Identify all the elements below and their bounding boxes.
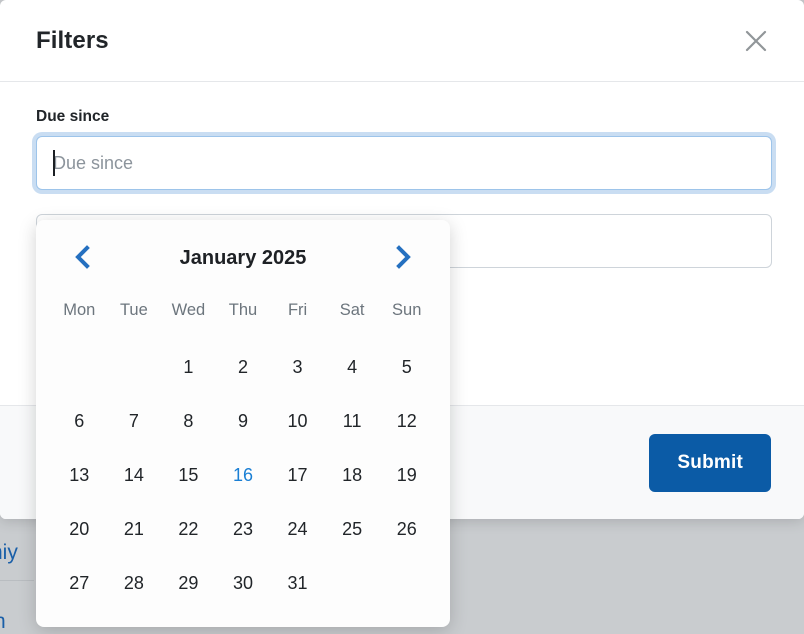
submit-button[interactable]: Submit [649, 433, 771, 492]
datepicker-weekday: Sat [339, 301, 365, 319]
chevron-left-icon [72, 244, 94, 272]
prev-month-button[interactable] [66, 241, 100, 275]
datepicker-day[interactable]: 27 [52, 556, 107, 610]
chevron-right-icon [392, 244, 414, 272]
datepicker-day[interactable]: 30 [216, 556, 271, 610]
due-since-input-shell [36, 136, 772, 190]
datepicker-weekday: Fri [287, 301, 308, 319]
datepicker-day-blank [107, 340, 162, 394]
datepicker-day[interactable]: 13 [52, 448, 107, 502]
datepicker-day[interactable]: 3 [270, 340, 325, 394]
datepicker-day[interactable]: 12 [379, 394, 434, 448]
close-button[interactable] [736, 21, 776, 61]
datepicker-weekday-row: Mon Tue Wed Thu Fri Sat Sun [52, 296, 434, 340]
datepicker-day[interactable]: 22 [161, 502, 216, 556]
datepicker-weekday: Mon [63, 301, 96, 319]
close-icon [743, 28, 769, 54]
datepicker-day[interactable]: 14 [107, 448, 162, 502]
datepicker-day[interactable]: 24 [270, 502, 325, 556]
datepicker-day[interactable]: 17 [270, 448, 325, 502]
datepicker-day[interactable]: 15 [161, 448, 216, 502]
datepicker-month-label: January 2025 [179, 246, 307, 269]
page-title: Filters [36, 26, 109, 54]
datepicker-day[interactable]: 11 [325, 394, 380, 448]
modal-header: Filters [0, 0, 804, 82]
datepicker-day[interactable]: 10 [270, 394, 325, 448]
datepicker-day[interactable]: 6 [52, 394, 107, 448]
datepicker-day[interactable]: 1 [161, 340, 216, 394]
background-divider [0, 580, 34, 581]
datepicker-day[interactable]: 9 [216, 394, 271, 448]
background-link-fragment[interactable]: niy [0, 541, 18, 565]
datepicker-weekday: Wed [171, 301, 206, 319]
datepicker-popup: January 2025 Mon Tue Wed Thu Fri Sat Sun 12345… [36, 220, 450, 627]
datepicker-day[interactable]: 18 [325, 448, 380, 502]
datepicker-day[interactable]: 19 [379, 448, 434, 502]
next-month-button[interactable] [386, 241, 420, 275]
datepicker-day[interactable]: 4 [325, 340, 380, 394]
datepicker-day[interactable]: 7 [107, 394, 162, 448]
text-caret [53, 150, 55, 176]
datepicker-day[interactable]: 20 [52, 502, 107, 556]
datepicker-weekday: Tue [119, 301, 148, 319]
datepicker-day[interactable]: 16 [216, 448, 271, 502]
datepicker-day[interactable]: 2 [216, 340, 271, 394]
datepicker-day-grid: 1 2 3 4 5 6 7 8 9 10 11 12 13 14 15 16 17 18 19 20 21 22 23 24 2… [52, 340, 434, 610]
datepicker-day[interactable]: 8 [161, 394, 216, 448]
datepicker-day[interactable]: 23 [216, 502, 271, 556]
datepicker-day-blank [52, 340, 107, 394]
datepicker-day[interactable]: 21 [107, 502, 162, 556]
datepicker-day[interactable]: 29 [161, 556, 216, 610]
background-link-fragment[interactable]: n [0, 610, 6, 634]
datepicker-day[interactable]: 25 [325, 502, 380, 556]
datepicker-weekday: Sun [392, 301, 422, 319]
datepicker-day[interactable]: 28 [107, 556, 162, 610]
field-due-since: Due since [36, 108, 772, 190]
due-since-label: Due since [36, 108, 110, 125]
due-since-input[interactable] [36, 136, 772, 190]
datepicker-header: January 2025 [52, 220, 434, 296]
datepicker-day[interactable]: 26 [379, 502, 434, 556]
datepicker-day[interactable]: 5 [379, 340, 434, 394]
datepicker-day[interactable]: 31 [270, 556, 325, 610]
datepicker-weekday: Thu [228, 301, 258, 319]
